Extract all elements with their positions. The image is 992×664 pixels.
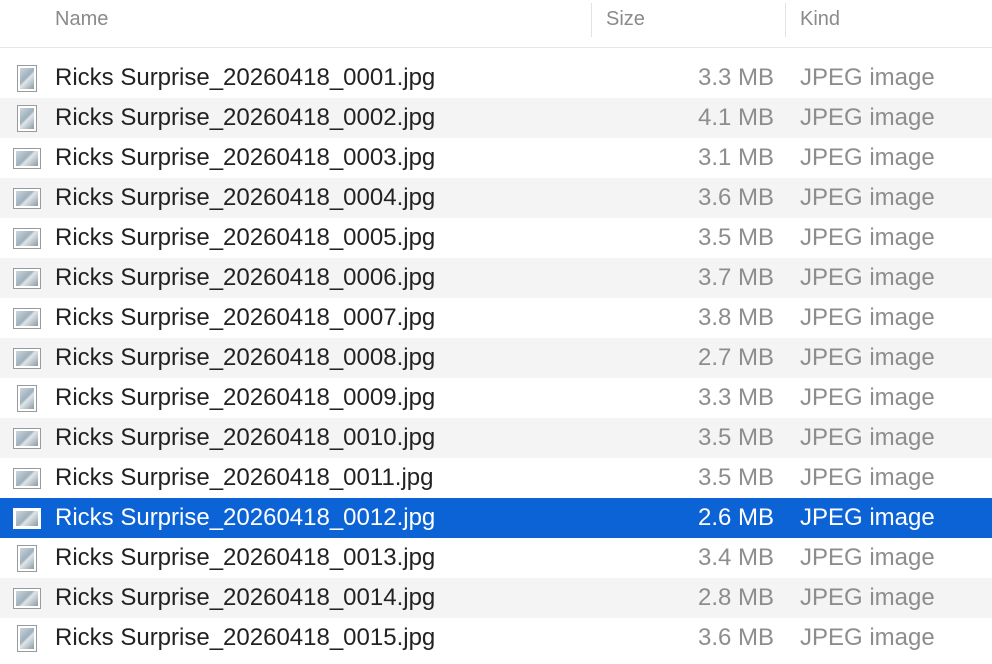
file-row[interactable]: Ricks Surprise_20260418_0011.jpg 3.5 MB JP… bbox=[0, 458, 992, 498]
file-kind: JPEG image bbox=[800, 464, 935, 491]
file-name: Ricks Surprise_20260418_0003.jpg bbox=[55, 144, 436, 171]
file-name: Ricks Surprise_20260418_0013.jpg bbox=[55, 544, 436, 571]
column-header-size[interactable]: Size bbox=[606, 0, 776, 38]
header-divider bbox=[0, 47, 992, 48]
jpeg-thumbnail-icon bbox=[14, 385, 40, 411]
photo-thumbnail bbox=[18, 385, 36, 411]
file-row[interactable]: Ricks Surprise_20260418_0005.jpg 3.5 MB JP… bbox=[0, 218, 992, 258]
file-name: Ricks Surprise_20260418_0001.jpg bbox=[55, 64, 436, 91]
file-kind: JPEG image bbox=[800, 424, 935, 451]
file-row[interactable]: Ricks Surprise_20260418_0010.jpg 3.5 MB JP… bbox=[0, 418, 992, 458]
file-kind: JPEG image bbox=[800, 64, 935, 91]
file-size: 2.6 MB bbox=[697, 504, 774, 531]
file-kind: JPEG image bbox=[800, 184, 935, 211]
file-name: Ricks Surprise_20260418_0005.jpg bbox=[55, 224, 436, 251]
file-name: Ricks Surprise_20260418_0014.jpg bbox=[55, 584, 436, 611]
file-size: 3.3 MB bbox=[697, 384, 774, 411]
file-size: 2.7 MB bbox=[697, 344, 774, 371]
jpeg-thumbnail-icon bbox=[14, 65, 40, 91]
file-size: 3.1 MB bbox=[697, 144, 774, 171]
column-header-name[interactable]: Name bbox=[55, 0, 585, 38]
jpeg-thumbnail-icon bbox=[14, 105, 40, 131]
photo-thumbnail bbox=[14, 468, 40, 488]
jpeg-thumbnail-icon bbox=[14, 186, 40, 210]
jpeg-thumbnail-icon bbox=[14, 346, 40, 370]
jpeg-thumbnail-icon bbox=[14, 586, 40, 610]
file-row[interactable]: Ricks Surprise_20260418_0002.jpg 4.1 MB JP… bbox=[0, 98, 992, 138]
file-name: Ricks Surprise_20260418_0008.jpg bbox=[55, 344, 436, 371]
file-row[interactable]: Ricks Surprise_20260418_0001.jpg 3.3 MB JP… bbox=[0, 58, 992, 98]
file-name: Ricks Surprise_20260418_0010.jpg bbox=[55, 424, 436, 451]
file-name: Ricks Surprise_20260418_0011.jpg bbox=[55, 464, 434, 491]
file-row[interactable]: Ricks Surprise_20260418_0015.jpg 3.6 MB JP… bbox=[0, 618, 992, 658]
file-name: Ricks Surprise_20260418_0015.jpg bbox=[55, 624, 436, 651]
photo-thumbnail bbox=[14, 188, 40, 208]
photo-thumbnail bbox=[14, 268, 40, 288]
photo-thumbnail bbox=[18, 625, 36, 651]
file-name: Ricks Surprise_20260418_0009.jpg bbox=[55, 384, 436, 411]
photo-thumbnail bbox=[14, 588, 40, 608]
jpeg-thumbnail-icon bbox=[14, 625, 40, 651]
jpeg-thumbnail-icon bbox=[14, 545, 40, 571]
jpeg-thumbnail-icon bbox=[14, 226, 40, 250]
finder-list-view: Name Size Kind Ricks Surprise_20260418_0… bbox=[0, 0, 992, 664]
file-kind: JPEG image bbox=[800, 344, 935, 371]
file-size: 3.7 MB bbox=[697, 264, 774, 291]
photo-thumbnail bbox=[14, 428, 40, 448]
jpeg-thumbnail-icon bbox=[14, 426, 40, 450]
jpeg-thumbnail-icon bbox=[14, 506, 40, 530]
file-kind: JPEG image bbox=[800, 384, 935, 411]
file-kind: JPEG image bbox=[800, 104, 935, 131]
photo-thumbnail bbox=[14, 508, 40, 528]
column-divider[interactable] bbox=[785, 3, 786, 37]
file-name: Ricks Surprise_20260418_0004.jpg bbox=[55, 184, 436, 211]
column-divider[interactable] bbox=[591, 3, 592, 37]
photo-thumbnail bbox=[14, 308, 40, 328]
file-name: Ricks Surprise_20260418_0006.jpg bbox=[55, 264, 436, 291]
file-list: Ricks Surprise_20260418_0001.jpg 3.3 MB JP… bbox=[0, 58, 992, 658]
column-header-bar: Name Size Kind bbox=[0, 0, 992, 38]
file-row[interactable]: Ricks Surprise_20260418_0003.jpg 3.1 MB JP… bbox=[0, 138, 992, 178]
file-size: 3.3 MB bbox=[697, 64, 774, 91]
file-size: 3.5 MB bbox=[697, 224, 774, 251]
photo-thumbnail bbox=[18, 65, 36, 91]
file-size: 3.8 MB bbox=[697, 304, 774, 331]
jpeg-thumbnail-icon bbox=[14, 466, 40, 490]
file-size: 3.4 MB bbox=[697, 544, 774, 571]
file-kind: JPEG image bbox=[800, 624, 935, 651]
photo-thumbnail bbox=[14, 228, 40, 248]
file-size: 3.6 MB bbox=[697, 184, 774, 211]
file-kind: JPEG image bbox=[800, 144, 935, 171]
column-header-kind[interactable]: Kind bbox=[800, 0, 980, 38]
file-kind: JPEG image bbox=[800, 264, 935, 291]
file-size: 3.5 MB bbox=[697, 464, 774, 491]
photo-thumbnail bbox=[14, 348, 40, 368]
file-kind: JPEG image bbox=[800, 224, 935, 251]
file-row[interactable]: Ricks Surprise_20260418_0013.jpg 3.4 MB JP… bbox=[0, 538, 992, 578]
jpeg-thumbnail-icon bbox=[14, 266, 40, 290]
file-name: Ricks Surprise_20260418_0002.jpg bbox=[55, 104, 436, 131]
photo-thumbnail bbox=[14, 148, 40, 168]
file-name: Ricks Surprise_20260418_0007.jpg bbox=[55, 304, 436, 331]
jpeg-thumbnail-icon bbox=[14, 306, 40, 330]
photo-thumbnail bbox=[18, 105, 36, 131]
file-size: 4.1 MB bbox=[697, 104, 774, 131]
photo-thumbnail bbox=[18, 545, 36, 571]
file-row[interactable]: Ricks Surprise_20260418_0014.jpg 2.8 MB JP… bbox=[0, 578, 992, 618]
file-row[interactable]: Ricks Surprise_20260418_0012.jpg 2.6 MB JP… bbox=[0, 498, 992, 538]
file-row[interactable]: Ricks Surprise_20260418_0007.jpg 3.8 MB JP… bbox=[0, 298, 992, 338]
file-row[interactable]: Ricks Surprise_20260418_0009.jpg 3.3 MB JP… bbox=[0, 378, 992, 418]
file-row[interactable]: Ricks Surprise_20260418_0008.jpg 2.7 MB JP… bbox=[0, 338, 992, 378]
file-kind: JPEG image bbox=[800, 304, 935, 331]
file-name: Ricks Surprise_20260418_0012.jpg bbox=[55, 504, 436, 531]
file-row[interactable]: Ricks Surprise_20260418_0004.jpg 3.6 MB JP… bbox=[0, 178, 992, 218]
file-size: 2.8 MB bbox=[697, 584, 774, 611]
file-size: 3.6 MB bbox=[697, 624, 774, 651]
file-row[interactable]: Ricks Surprise_20260418_0006.jpg 3.7 MB JP… bbox=[0, 258, 992, 298]
jpeg-thumbnail-icon bbox=[14, 146, 40, 170]
file-kind: JPEG image bbox=[800, 504, 935, 531]
file-kind: JPEG image bbox=[800, 584, 935, 611]
file-kind: JPEG image bbox=[800, 544, 935, 571]
file-size: 3.5 MB bbox=[697, 424, 774, 451]
